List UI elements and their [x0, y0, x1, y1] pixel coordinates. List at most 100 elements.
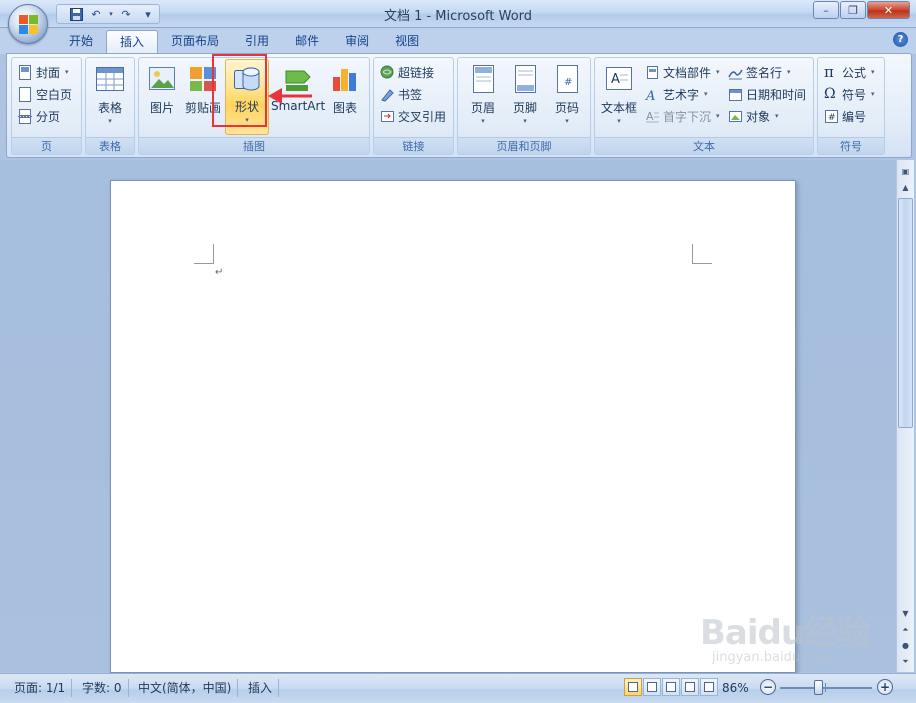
group-label-header-footer: 页眉和页脚 — [458, 137, 590, 154]
margin-corner-top-left — [194, 244, 214, 264]
table-dropdown-icon: ▾ — [108, 117, 112, 125]
signature-line-button[interactable]: 签名行 ▾ — [728, 62, 791, 82]
cover-page-button[interactable]: 封面 ▾ — [18, 62, 69, 82]
ribbon-tabs: 开始 插入 页面布局 引用 邮件 审阅 视图 ? — [0, 28, 916, 54]
group-label-table: 表格 — [86, 137, 134, 154]
paragraph-mark: ↵ — [215, 267, 224, 278]
outline-view-button[interactable] — [681, 678, 699, 696]
page-break-icon — [18, 108, 33, 124]
datetime-button[interactable]: 日期和时间 — [728, 84, 806, 104]
zoom-slider-thumb[interactable] — [814, 680, 823, 695]
zoom-slider-center-tick — [825, 683, 826, 692]
svg-text:A: A — [645, 89, 655, 102]
web-layout-button[interactable] — [662, 678, 680, 696]
reading-icon — [647, 682, 657, 692]
svg-text:A: A — [646, 110, 654, 123]
bookmark-button[interactable]: 书签 — [380, 84, 422, 104]
signature-line-icon — [728, 65, 743, 80]
watermark: Baidu经验 jingyan.baidu.com — [700, 605, 871, 665]
numbering-button[interactable]: # 编号 — [824, 106, 866, 126]
tab-insert[interactable]: 插入 — [106, 30, 159, 54]
vertical-scrollbar[interactable]: ▣ ▲ ▼ ⏶ ● ⏷ — [896, 160, 914, 672]
hyperlink-button[interactable]: 超链接 — [380, 62, 434, 82]
status-language[interactable]: 中文(简体，中国) — [132, 679, 239, 697]
object-icon — [728, 109, 743, 124]
draft-view-button[interactable] — [700, 678, 718, 696]
window-controls: – ❐ ✕ — [813, 1, 910, 19]
tab-page-layout[interactable]: 页面布局 — [158, 30, 232, 54]
table-icon — [94, 63, 126, 95]
equation-button[interactable]: π 公式 ▾ — [824, 62, 875, 82]
tab-references[interactable]: 引用 — [232, 30, 282, 54]
hyperlink-icon — [380, 65, 395, 80]
print-layout-icon — [628, 682, 638, 692]
footer-icon — [509, 63, 541, 95]
group-pages: 封面 ▾ 空白页 分页 页 — [11, 57, 82, 155]
tab-view[interactable]: 视图 — [382, 30, 432, 54]
number-icon: # — [824, 109, 839, 124]
scrollbar-thumb[interactable] — [898, 198, 913, 428]
wordart-button[interactable]: A 艺术字 ▾ — [645, 84, 708, 104]
tab-mailings[interactable]: 邮件 — [282, 30, 332, 54]
office-button[interactable] — [8, 4, 48, 44]
wordart-icon: A — [645, 87, 660, 104]
object-button[interactable]: 对象 ▾ — [728, 106, 779, 126]
tab-review[interactable]: 审阅 — [332, 30, 382, 54]
group-label-illustrations: 插图 — [139, 137, 369, 154]
ribbon: 封面 ▾ 空白页 分页 页 表格 ▾ 表格 图片 剪贴画 形状 ▾ SmartA… — [6, 53, 912, 158]
title-bar: ↶ ▾ ↷ ▾ 文档 1 - Microsoft Word – ❐ ✕ — [0, 0, 916, 28]
page-break-button[interactable]: 分页 — [18, 106, 60, 126]
help-icon[interactable]: ? — [893, 32, 908, 47]
view-buttons — [624, 678, 719, 696]
chart-button[interactable]: 图表 — [327, 61, 363, 131]
page-number-icon: # — [551, 63, 583, 95]
group-label-text: 文本 — [595, 137, 813, 154]
restore-button[interactable]: ❐ — [840, 1, 866, 19]
previous-page-icon[interactable]: ⏶ — [898, 622, 913, 638]
full-screen-reading-button[interactable] — [643, 678, 661, 696]
margin-corner-top-right — [692, 244, 712, 264]
textbox-button[interactable]: A 文本框 ▾ — [598, 61, 640, 131]
document-page[interactable]: ↵ — [110, 180, 796, 673]
picture-icon — [146, 63, 178, 95]
status-page[interactable]: 页面: 1/1 — [8, 679, 73, 697]
zoom-slider-track[interactable] — [780, 687, 872, 689]
quick-parts-button[interactable]: 文档部件 ▾ — [645, 62, 720, 82]
zoom-out-button[interactable]: − — [760, 679, 776, 695]
group-label-symbols: 符号 — [818, 137, 884, 154]
status-word-count[interactable]: 字数: 0 — [76, 679, 129, 697]
symbol-button[interactable]: Ω 符号 ▾ — [824, 84, 875, 104]
chart-icon — [329, 63, 361, 95]
zoom-in-button[interactable]: + — [877, 679, 893, 695]
print-layout-view-button[interactable] — [624, 678, 642, 696]
browse-object-icon[interactable]: ● — [898, 638, 913, 654]
scroll-down-icon[interactable]: ▼ — [898, 606, 913, 622]
minimize-button[interactable]: – — [813, 1, 839, 19]
watermark-brand: Baidu经验 — [700, 613, 871, 653]
calendar-icon — [728, 87, 743, 102]
omega-icon: Ω — [824, 85, 836, 102]
dropcap-button[interactable]: A 首字下沉 ▾ — [645, 106, 720, 126]
blank-page-button[interactable]: 空白页 — [18, 84, 72, 104]
tab-home[interactable]: 开始 — [56, 30, 106, 54]
header-button[interactable]: 页眉 ▾ — [464, 61, 502, 131]
page-number-button[interactable]: # 页码 ▾ — [548, 61, 586, 131]
annotation-arrow-icon — [268, 88, 312, 104]
group-symbols: π 公式 ▾ Ω 符号 ▾ # 编号 符号 — [817, 57, 885, 155]
office-logo-icon — [19, 15, 39, 35]
cover-page-icon — [18, 64, 33, 80]
annotation-highlight-box — [212, 54, 267, 127]
next-page-icon[interactable]: ⏷ — [898, 654, 913, 670]
close-button[interactable]: ✕ — [867, 1, 910, 19]
svg-text:#: # — [564, 77, 572, 88]
group-label-pages: 页 — [12, 137, 81, 154]
status-insert-mode[interactable]: 插入 — [242, 679, 280, 697]
zoom-level[interactable]: 86% — [722, 679, 749, 697]
table-button[interactable]: 表格 ▾ — [88, 61, 132, 131]
scroll-up-icon[interactable]: ▲ — [898, 180, 913, 196]
picture-button[interactable]: 图片 — [143, 61, 181, 131]
footer-button[interactable]: 页脚 ▾ — [506, 61, 544, 131]
cross-reference-button[interactable]: 交叉引用 — [380, 106, 446, 126]
window-title: 文档 1 - Microsoft Word — [383, 9, 533, 24]
ruler-toggle-icon[interactable]: ▣ — [898, 164, 913, 180]
